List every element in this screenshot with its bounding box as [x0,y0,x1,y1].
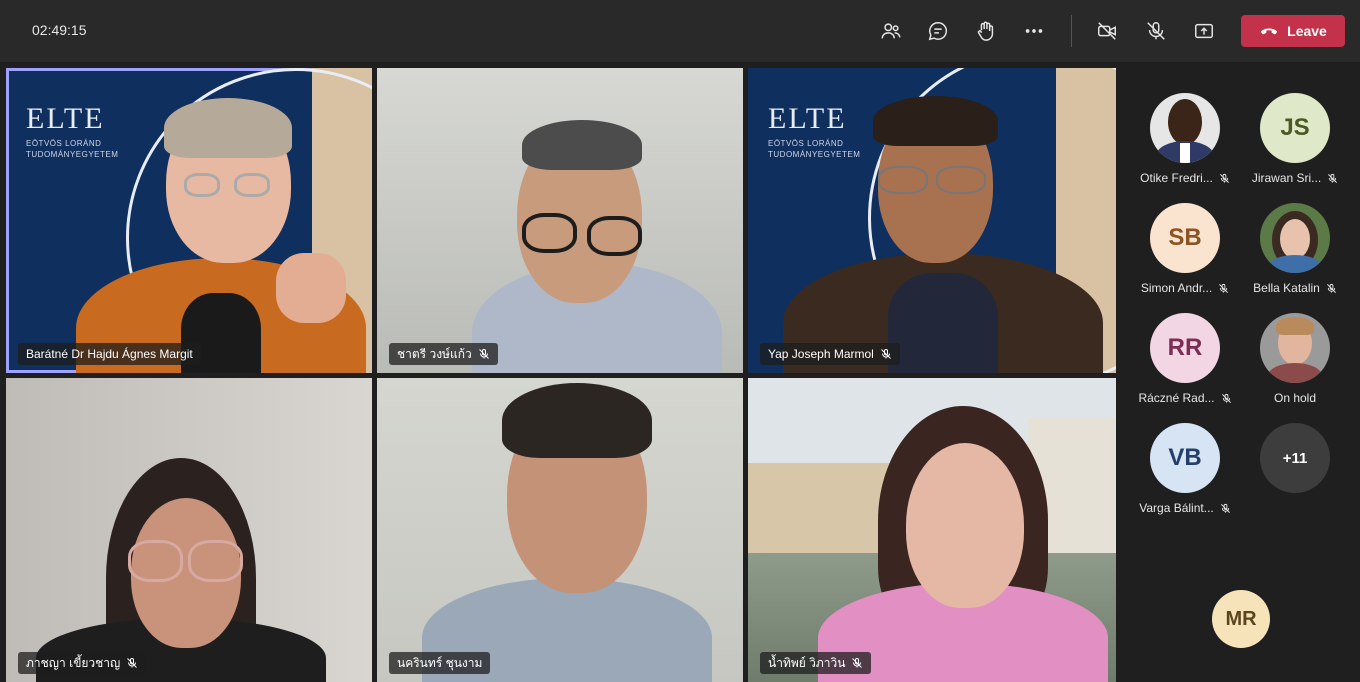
roster-item-5[interactable]: RR Ráczné Rad... [1130,313,1240,405]
participant-hair [522,120,642,170]
elte-logo: ELTE [768,102,847,135]
video-stage: ELTE EÖTVÖS LORÁND TUDOMÁNYEGYETEM Barátn… [0,62,1116,682]
nameplate-3: Yap Joseph Marmol [760,343,900,365]
participant-hair [502,383,652,458]
elte-subtitle: EÖTVÖS LORÁND TUDOMÁNYEGYETEM [768,139,861,159]
avatar [1260,203,1330,273]
mic-off-icon [1326,283,1336,293]
nameplate-2: ชาตรี วงษ์แก้ว [389,343,498,365]
roster-item-6[interactable]: On hold [1240,313,1350,405]
video-tile-6[interactable]: น้ำทิพย์ วิภาวิน [748,378,1116,682]
glasses-right [587,216,642,256]
roster-name: Otike Fredri... [1140,171,1213,185]
roster-name: Simon Andr... [1140,281,1213,295]
leave-button[interactable]: Leave [1241,15,1345,47]
people-icon [881,23,901,39]
roster-item-7[interactable]: VB Varga Bálint... [1130,423,1240,515]
glasses-left [128,540,183,582]
participant-hand [276,253,346,323]
participant-hair [873,96,998,146]
mic-off-icon [1219,283,1229,293]
avatar [1150,93,1220,163]
roster-name: Bella Katalin [1253,281,1320,295]
participant-name: นครินทร์ ชุนงาม [397,655,483,670]
chat-button[interactable] [922,16,954,46]
more-options-icon [1025,29,1043,33]
overflow-count: +11 [1260,423,1330,493]
video-tile-5[interactable]: นครินทร์ ชุนงาม [377,378,743,682]
meeting-toolbar: 02:49:15 Leave [0,0,1360,62]
camera-toggle-button[interactable] [1091,16,1123,46]
participant-shirt [888,273,998,373]
raise-hand-icon [977,21,994,41]
nameplate-5: นครินทร์ ชุนงาม [389,652,491,674]
avatar: JS [1260,93,1330,163]
glasses-right [234,173,270,197]
more-options-button[interactable] [1018,16,1050,46]
meeting-timer: 02:49:15 [32,22,87,38]
video-tile-3[interactable]: ELTE EÖTVÖS LORÁND TUDOMÁNYEGYETEM Yap Jo… [748,68,1116,373]
glasses-left [522,213,577,253]
roster-name: Varga Bálint... [1139,501,1214,515]
mic-off-icon [1328,173,1338,183]
glasses-right [188,540,243,582]
avatar-initials: RR [1167,334,1203,361]
mic-off-icon [1221,393,1231,403]
share-screen-icon [1195,23,1213,39]
participant-name: ชาตรี วงษ์แก้ว [397,346,472,361]
roster-item-2[interactable]: JS Jirawan Sri... [1240,93,1350,185]
avatar-initials: SB [1168,224,1202,251]
nameplate-6: น้ำทิพย์ วิภาวิน [760,652,872,674]
glasses-left [184,173,220,197]
overflow-count-label: +11 [1282,449,1308,467]
participant-name: ภาชญา เขี้ยวชาญ [26,655,121,670]
avatar [1260,313,1330,383]
roster-name: On hold [1273,391,1317,405]
participant-name: น้ำทิพย์ วิภาวิน [768,655,846,670]
people-button[interactable] [875,16,907,46]
participant-name: Yap Joseph Marmol [768,347,874,361]
mic-toggle-button[interactable] [1140,16,1172,46]
mic-off-icon [1220,503,1230,513]
participant-hair [164,98,292,158]
glasses-right [936,166,986,194]
mic-off-icon [1147,22,1165,40]
phone-hangup-icon [1261,28,1278,35]
avatar: VB [1150,423,1220,493]
video-tile-4[interactable]: ภาชญา เขี้ยวชาญ [6,378,372,682]
video-tile-1[interactable]: ELTE EÖTVÖS LORÁND TUDOMÁNYEGYETEM Barátn… [6,68,372,373]
participant-face [906,443,1024,608]
more-participants-button[interactable]: +11 [1240,423,1350,493]
mic-off-icon [880,349,891,359]
self-avatar: MR [1212,590,1270,648]
share-screen-button[interactable] [1188,16,1220,46]
nameplate-4: ภาชญา เขี้ยวชาญ [18,652,147,674]
glasses-left [878,166,928,194]
elte-subtitle: EÖTVÖS LORÁND TUDOMÁNYEGYETEM [26,139,119,159]
nameplate-1: Barátné Dr Hajdu Ágnes Margit [18,343,201,365]
mic-off-icon [1219,173,1229,183]
avatar: RR [1150,313,1220,383]
roster-item-4[interactable]: Bella Katalin [1240,203,1350,295]
participant-roster: Otike Fredri... JS Jirawan Sri... SB Sim… [1116,62,1360,682]
chat-icon [928,22,948,41]
leave-label: Leave [1287,23,1327,39]
elte-logo: ELTE [26,102,105,135]
video-tile-2[interactable]: ชาตรี วงษ์แก้ว [377,68,743,373]
roster-item-3[interactable]: SB Simon Andr... [1130,203,1240,295]
participant-name: Barátné Dr Hajdu Ágnes Margit [26,347,193,361]
avatar: SB [1150,203,1220,273]
roster-name: Jirawan Sri... [1251,171,1322,185]
roster-name: Ráczné Rad... [1138,391,1215,405]
self-initials: MR [1225,607,1257,630]
mic-off-icon [852,658,863,668]
mic-off-icon [478,349,489,359]
raise-hand-button[interactable] [970,16,1002,46]
toolbar-divider [1071,15,1072,47]
camera-off-icon [1098,22,1116,40]
roster-item-1[interactable]: Otike Fredri... [1130,93,1240,185]
avatar-initials: VB [1168,444,1202,471]
avatar-initials: JS [1280,114,1310,141]
mic-off-icon [127,658,138,668]
